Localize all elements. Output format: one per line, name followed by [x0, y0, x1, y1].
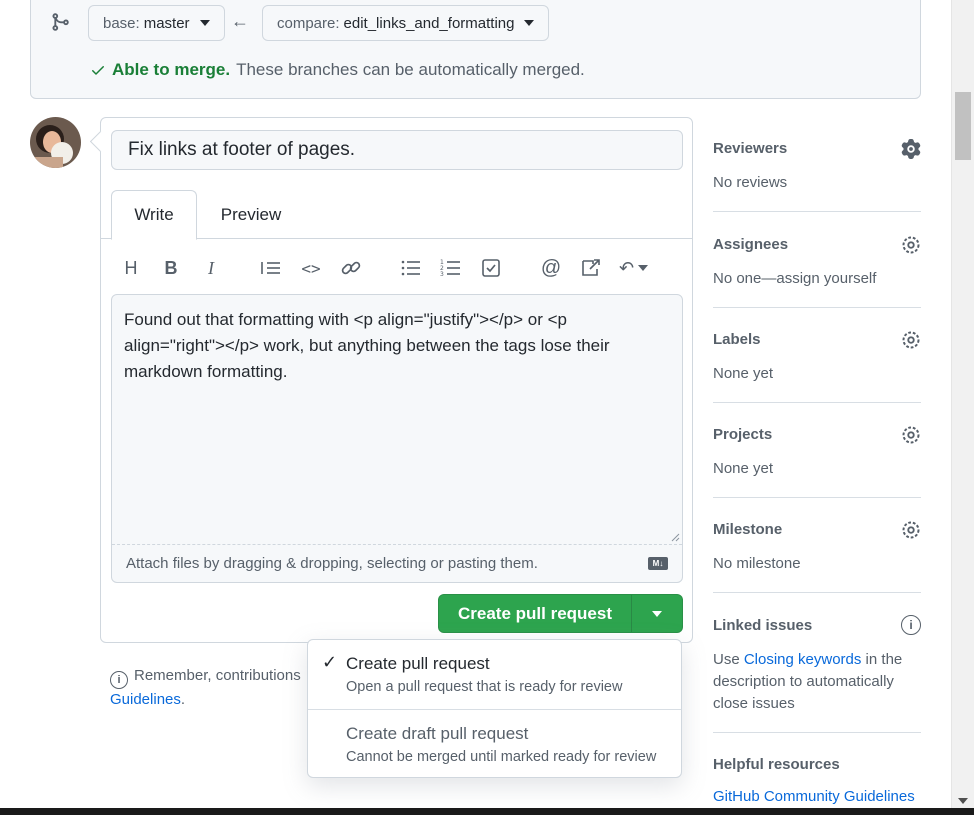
gear-icon[interactable] — [901, 520, 921, 540]
ordered-list-icon[interactable]: 123 — [439, 254, 463, 282]
check-icon — [92, 66, 104, 75]
svg-text:3: 3 — [440, 271, 444, 278]
chevron-down-icon — [524, 20, 535, 26]
gear-icon[interactable] — [901, 330, 921, 350]
linked-issues-title: Linked issues — [713, 617, 813, 634]
projects-title[interactable]: Projects — [713, 426, 772, 443]
page: base: master ← compare: edit_links_and_f… — [0, 0, 951, 808]
labels-value: None yet — [713, 365, 774, 382]
tab-write[interactable]: Write — [111, 190, 197, 240]
assignees-value[interactable]: No one—assign yourself — [713, 268, 913, 290]
unordered-list-icon[interactable] — [399, 254, 423, 282]
menu-item-create-draft-pr[interactable]: Create draft pull request Cannot be merg… — [308, 709, 681, 778]
window-bottom-edge — [0, 808, 974, 815]
check-icon: ✓ — [322, 652, 338, 672]
notice-text: Remember, contributions — [134, 667, 301, 684]
create-pr-split-button: Create pull request — [438, 594, 683, 633]
create-pr-dropdown-toggle[interactable] — [632, 595, 682, 632]
reviewers-title[interactable]: Reviewers — [713, 140, 787, 157]
chevron-down-icon — [652, 610, 662, 617]
resize-handle-icon[interactable] — [670, 532, 680, 542]
menu-item-title: Create pull request — [346, 654, 490, 673]
heading-icon[interactable]: H — [119, 254, 143, 282]
attach-hint: Attach files by dragging & dropping, sel… — [126, 555, 538, 572]
linked-info-icon[interactable]: i — [901, 615, 921, 635]
markdown-icon[interactable]: M↓ — [648, 557, 668, 570]
bold-icon[interactable]: B — [159, 254, 183, 282]
labels-title[interactable]: Labels — [713, 331, 761, 348]
scrollbar-thumb[interactable] — [955, 92, 971, 160]
quote-icon[interactable] — [259, 254, 283, 282]
cross-reference-icon[interactable] — [579, 254, 603, 282]
merge-ok-label: Able to merge. — [112, 60, 231, 79]
projects-value: None yet — [713, 460, 774, 477]
pr-title-input[interactable]: Fix links at footer of pages. — [111, 130, 683, 170]
linked-issues-value: Use Closing keywords in the description … — [713, 649, 913, 715]
chevron-down-icon — [199, 20, 210, 26]
sidebar-labels: Labels None yet — [713, 321, 921, 403]
compare-prefix: compare: — [277, 14, 340, 32]
linked-pre: Use — [713, 651, 744, 668]
tab-preview[interactable]: Preview — [211, 190, 291, 239]
contribution-notice: i Remember, contributions Guidelines. — [110, 665, 301, 711]
sidebar-projects: Projects None yet — [713, 416, 921, 498]
closing-keywords-link[interactable]: Closing keywords — [744, 651, 862, 668]
base-branch-select[interactable]: base: master — [88, 5, 225, 41]
pr-body-text: Found out that formatting with <p align=… — [124, 310, 610, 381]
milestone-value: No milestone — [713, 555, 801, 572]
base-prefix: base: — [103, 14, 140, 32]
editor-tabs: Write Preview — [101, 190, 692, 240]
guidelines-link[interactable]: Guidelines — [110, 691, 181, 708]
link-icon[interactable] — [339, 254, 363, 282]
create-pr-button[interactable]: Create pull request — [439, 595, 632, 632]
info-icon: i — [110, 671, 128, 689]
markdown-toolbar: H B I <> 123 @ ↶ — [113, 254, 673, 282]
pr-body-textarea[interactable]: Found out that formatting with <p align=… — [111, 294, 683, 583]
menu-item-create-pr[interactable]: ✓ Create pull request Open a pull reques… — [308, 640, 681, 709]
merge-message: These branches can be automatically merg… — [236, 60, 585, 79]
compare-branch-name: edit_links_and_formatting — [343, 14, 515, 32]
community-guidelines-link[interactable]: GitHub Community Guidelines — [713, 788, 915, 805]
task-list-icon[interactable] — [479, 254, 503, 282]
merge-status: Able to merge. These branches can be aut… — [90, 60, 585, 80]
attach-files-bar[interactable]: Attach files by dragging & dropping, sel… — [112, 544, 682, 582]
saved-reply-icon[interactable]: ↶ — [619, 254, 659, 282]
mention-icon[interactable]: @ — [539, 254, 563, 282]
sidebar-linked-issues: Linked issues Use Closing keywords in th… — [713, 607, 921, 733]
scrollbar[interactable] — [951, 0, 974, 808]
gear-icon[interactable] — [901, 425, 921, 445]
base-branch-name: master — [143, 14, 190, 32]
gear-icon[interactable] — [901, 235, 921, 255]
code-icon[interactable]: <> — [299, 254, 323, 282]
milestone-title[interactable]: Milestone — [713, 521, 782, 538]
avatar[interactable] — [30, 117, 81, 168]
sidebar-milestone: Milestone No milestone — [713, 511, 921, 593]
sidebar-assignees: Assignees No one—assign yourself — [713, 226, 921, 308]
sidebar-reviewers: Reviewers No reviews — [713, 130, 921, 212]
italic-icon[interactable]: I — [199, 254, 223, 282]
assignees-title[interactable]: Assignees — [713, 236, 788, 253]
helpful-resources-title: Helpful resources — [713, 756, 840, 773]
create-pr-menu: ✓ Create pull request Open a pull reques… — [307, 639, 682, 778]
menu-item-desc: Open a pull request that is ready for re… — [346, 679, 623, 695]
menu-item-desc: Cannot be merged until marked ready for … — [346, 749, 657, 765]
notice-tail: . — [180, 691, 186, 708]
compare-branch-select[interactable]: compare: edit_links_and_formatting — [262, 5, 550, 41]
arrow-left-icon: ← — [231, 11, 249, 31]
menu-item-title: Create draft pull request — [346, 724, 529, 743]
pr-form: Fix links at footer of pages. Write Prev… — [100, 117, 693, 643]
compare-icon — [52, 13, 69, 31]
chevron-down-icon — [638, 265, 649, 271]
scroll-down-icon[interactable] — [958, 798, 968, 804]
reviewers-value: No reviews — [713, 174, 788, 191]
gear-icon[interactable] — [901, 139, 921, 159]
